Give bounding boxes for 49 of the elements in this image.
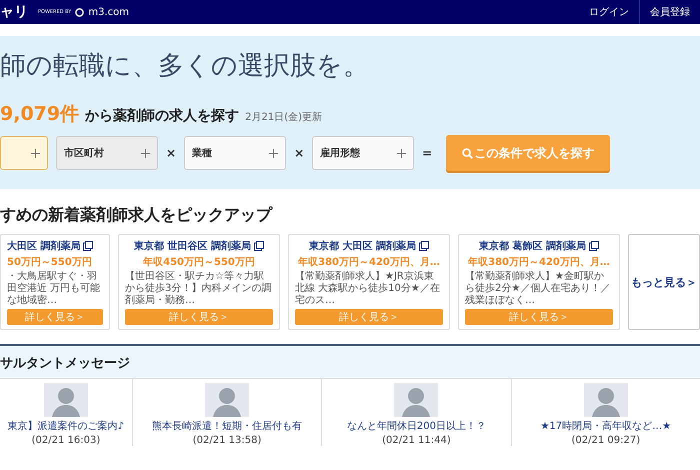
operator-sign: = <box>422 146 432 160</box>
avatar-silhouette <box>205 383 250 417</box>
operator-sign: × <box>166 146 176 160</box>
plus-icon <box>31 148 40 158</box>
plus-icon <box>141 148 150 158</box>
salary-range: 年収450万円～550万円 <box>143 256 255 269</box>
message-date: (02/21 09:27) <box>571 435 640 446</box>
avatar-silhouette <box>584 383 628 417</box>
job-title[interactable]: 大田区 調剤薬局 <box>7 239 80 253</box>
salary-range: 年収380万円～420万円、月… <box>298 256 440 269</box>
message-link[interactable]: 熊本長崎派遣！短期・住居付も有 <box>152 419 302 433</box>
select-field[interactable]: 業種 <box>184 136 286 170</box>
job-title[interactable]: 東京都 葛飾区 調剤薬局 <box>479 239 586 253</box>
select-field[interactable]: 雇用形態 <box>312 136 414 170</box>
job-title[interactable]: 東京都 大田区 調剤薬局 <box>309 239 416 253</box>
avatar-silhouette <box>394 383 438 417</box>
update-date: 2月21日(金)更新 <box>245 110 322 124</box>
brand-name: m3.com <box>88 6 129 18</box>
select-field[interactable] <box>0 136 48 170</box>
brand-mark-icon <box>75 8 84 16</box>
message-date: (02/21 11:44) <box>382 435 451 446</box>
job-title[interactable]: 東京都 世田谷区 調剤薬局 <box>134 239 251 253</box>
salary-range: 50万円～550万円 <box>7 256 92 269</box>
nav-link[interactable]: 会員登録 <box>639 0 700 24</box>
plus-icon <box>397 148 406 158</box>
search-heading: から薬剤師の求人を探す <box>85 107 240 125</box>
see-more-card[interactable]: もっと見る＞ <box>628 234 700 330</box>
job-description: ・大鳥居駅すぐ・羽田空港近 万円も可能な地域密… <box>7 271 102 307</box>
section-title: すめの新着薬剤師求人をピックアップ <box>0 205 274 226</box>
job-count: 9,079件 <box>0 102 80 127</box>
job-description: 【世田谷区・駅チカ☆等々力駅から徒歩3分！】内科メインの調剤薬局・勤務… <box>125 271 272 307</box>
avatar-silhouette <box>44 383 88 417</box>
document-icon <box>83 241 94 251</box>
message-date: (02/21 13:58) <box>192 435 262 446</box>
document-icon <box>254 241 264 251</box>
nav-link[interactable]: ログイン <box>579 0 639 24</box>
messages-title: サルタントメッセージ <box>0 356 130 371</box>
message-link[interactable]: なんと年間休日200日以上！？ <box>346 419 486 433</box>
message-date: (02/21 16:03) <box>32 435 100 446</box>
document-icon <box>418 241 429 251</box>
salary-range: 年収380万円～420万円、月… <box>468 256 610 269</box>
operator-sign: × <box>294 146 304 160</box>
headline: 師の転職に、多くの選択肢を。 <box>0 50 370 83</box>
search-icon <box>462 148 473 158</box>
message-link[interactable]: ★17時閉局・高年収など…★ <box>540 419 672 433</box>
message-link[interactable]: 東京】派遣案件のご案内♪ <box>8 419 124 433</box>
site-logo[interactable]: ャリ <box>0 3 28 21</box>
plus-icon <box>269 148 278 158</box>
document-icon <box>588 241 599 251</box>
